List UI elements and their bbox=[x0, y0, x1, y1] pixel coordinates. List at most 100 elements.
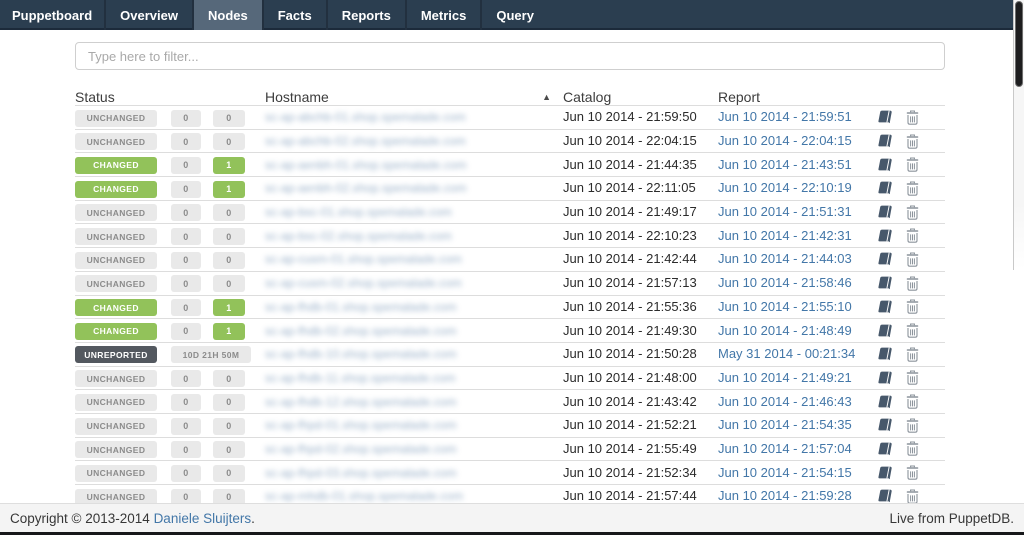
report-book-icon[interactable] bbox=[877, 110, 892, 124]
hostname-link[interactable]: sc-ap-aenbh-02.shop.spemalade.com bbox=[265, 181, 466, 195]
report-book-icon[interactable] bbox=[877, 276, 892, 290]
column-header-hostname[interactable]: Hostname ▲ bbox=[265, 89, 555, 105]
trash-icon[interactable] bbox=[906, 276, 919, 291]
report-link[interactable]: Jun 10 2014 - 21:58:46 bbox=[718, 275, 852, 290]
scrollbar-track[interactable] bbox=[1013, 0, 1024, 270]
hostname-cell: sc-ap-fhpd-02.shop.spemalade.com bbox=[265, 442, 555, 456]
report-book-icon[interactable] bbox=[877, 134, 892, 148]
author-link[interactable]: Daniele Sluijters bbox=[154, 511, 252, 526]
nav-item-overview[interactable]: Overview bbox=[104, 0, 192, 30]
hostname-link[interactable]: sc-ap-bsc-01.shop.spemalade.com bbox=[265, 205, 452, 219]
trash-icon[interactable] bbox=[906, 441, 919, 456]
failed-count-cell: 0 bbox=[171, 321, 213, 340]
hostname-link[interactable]: sc-ap-fhdb-12.shop.spemalade.com bbox=[265, 395, 456, 409]
report-link[interactable]: Jun 10 2014 - 21:43:51 bbox=[718, 157, 852, 172]
report-book-icon[interactable] bbox=[877, 181, 892, 195]
trash-icon[interactable] bbox=[906, 394, 919, 409]
report-link[interactable]: Jun 10 2014 - 21:57:04 bbox=[718, 441, 852, 456]
table-row: UNCHANGED00sc-ap-fhdb-12.shop.spemalade.… bbox=[75, 389, 945, 413]
sort-ascending-icon[interactable]: ▲ bbox=[542, 92, 551, 102]
report-link[interactable]: Jun 10 2014 - 21:54:35 bbox=[718, 417, 852, 432]
trash-icon[interactable] bbox=[906, 252, 919, 267]
hostname-link[interactable]: sc-ap-mhdb-01.shop.spemalade.com bbox=[265, 489, 463, 503]
catalog-cell: Jun 10 2014 - 21:50:28 bbox=[555, 345, 710, 363]
nav-item-reports[interactable]: Reports bbox=[326, 0, 405, 30]
report-link[interactable]: Jun 10 2014 - 21:44:03 bbox=[718, 251, 852, 266]
report-link[interactable]: Jun 10 2014 - 21:48:49 bbox=[718, 323, 852, 338]
report-link[interactable]: Jun 10 2014 - 21:46:43 bbox=[718, 394, 852, 409]
trash-icon[interactable] bbox=[906, 323, 919, 338]
hostname-link[interactable]: sc-ap-fhdb-11.shop.spemalade.com bbox=[265, 371, 456, 385]
report-book-icon[interactable] bbox=[877, 489, 892, 503]
catalog-timestamp: Jun 10 2014 - 21:48:00 bbox=[563, 370, 697, 385]
report-book-icon[interactable] bbox=[877, 229, 892, 243]
report-book-icon[interactable] bbox=[877, 324, 892, 338]
hostname-link[interactable]: sc-ap-cusm-01.shop.spemalade.com bbox=[265, 252, 462, 266]
report-link[interactable]: Jun 10 2014 - 21:42:31 bbox=[718, 228, 852, 243]
trash-icon[interactable] bbox=[906, 347, 919, 362]
report-book-icon[interactable] bbox=[877, 466, 892, 480]
report-link[interactable]: Jun 10 2014 - 21:49:21 bbox=[718, 370, 852, 385]
navbar-brand[interactable]: Puppetboard bbox=[0, 0, 104, 30]
report-book-icon[interactable] bbox=[877, 418, 892, 432]
nav-item-metrics[interactable]: Metrics bbox=[405, 0, 481, 30]
report-book-icon[interactable] bbox=[877, 158, 892, 172]
nav-item-facts[interactable]: Facts bbox=[262, 0, 326, 30]
report-link[interactable]: Jun 10 2014 - 22:10:19 bbox=[718, 180, 852, 195]
column-header-report[interactable]: Report bbox=[710, 89, 870, 105]
trash-icon[interactable] bbox=[906, 157, 919, 172]
hostname-link[interactable]: sc-ap-fhdb-02.shop.spemalade.com bbox=[265, 324, 456, 338]
hostname-link[interactable]: sc-ap-fhpd-02.shop.spemalade.com bbox=[265, 442, 456, 456]
hostname-link[interactable]: sc-ap-bsc-02.shop.spemalade.com bbox=[265, 229, 452, 243]
catalog-cell: Jun 10 2014 - 22:11:05 bbox=[555, 179, 710, 197]
report-link[interactable]: Jun 10 2014 - 22:04:15 bbox=[718, 133, 852, 148]
hostname-link[interactable]: sc-ap-aenbh-01.shop.spemalade.com bbox=[265, 158, 466, 172]
changed-count-cell: 0 bbox=[213, 108, 265, 127]
hostname-link[interactable]: sc-ap-fhdb-10.shop.spemalade.com bbox=[265, 347, 456, 361]
hostname-link[interactable]: sc-ap-abchb-01.shop.spemalade.com bbox=[265, 110, 466, 124]
hostname-link[interactable]: sc-ap-fhpd-01.shop.spemalade.com bbox=[265, 418, 456, 432]
report-link[interactable]: Jun 10 2014 - 21:59:51 bbox=[718, 109, 852, 124]
report-book-icon[interactable] bbox=[877, 300, 892, 314]
changed-count-cell: 0 bbox=[213, 416, 265, 435]
hostname-link[interactable]: sc-ap-fhpd-03.shop.spemalade.com bbox=[265, 466, 456, 480]
column-header-status[interactable]: Status bbox=[75, 89, 171, 105]
report-link[interactable]: Jun 10 2014 - 21:55:10 bbox=[718, 299, 852, 314]
catalog-cell: Jun 10 2014 - 21:43:42 bbox=[555, 393, 710, 411]
report-link[interactable]: May 31 2014 - 00:21:34 bbox=[718, 346, 855, 361]
trash-icon[interactable] bbox=[906, 228, 919, 243]
report-link[interactable]: Jun 10 2014 - 21:51:31 bbox=[718, 204, 852, 219]
trash-icon[interactable] bbox=[906, 489, 919, 504]
nav-item-query[interactable]: Query bbox=[480, 0, 548, 30]
scrollbar-thumb[interactable] bbox=[1015, 1, 1023, 87]
hostname-link[interactable]: sc-ap-fhdb-01.shop.spemalade.com bbox=[265, 300, 456, 314]
report-link[interactable]: Jun 10 2014 - 21:59:28 bbox=[718, 488, 852, 503]
trash-icon[interactable] bbox=[906, 134, 919, 149]
report-book-icon[interactable] bbox=[877, 371, 892, 385]
report-book-icon[interactable] bbox=[877, 205, 892, 219]
failed-count-badge: 0 bbox=[171, 252, 201, 269]
column-header-catalog[interactable]: Catalog bbox=[555, 89, 710, 105]
report-book-icon[interactable] bbox=[877, 442, 892, 456]
trash-icon[interactable] bbox=[906, 465, 919, 480]
hostname-link[interactable]: sc-ap-cusm-02.shop.spemalade.com bbox=[265, 276, 462, 290]
trash-icon[interactable] bbox=[906, 181, 919, 196]
report-book-icon[interactable] bbox=[877, 347, 892, 361]
trash-icon[interactable] bbox=[906, 418, 919, 433]
hostname-link[interactable]: sc-ap-abchb-02.shop.spemalade.com bbox=[265, 134, 466, 148]
changed-count-cell: 0 bbox=[213, 440, 265, 459]
trash-icon[interactable] bbox=[906, 205, 919, 220]
trash-icon[interactable] bbox=[906, 110, 919, 125]
report-book-icon[interactable] bbox=[877, 395, 892, 409]
trash-icon[interactable] bbox=[906, 370, 919, 385]
nav-item-nodes[interactable]: Nodes bbox=[192, 0, 262, 30]
filter-input[interactable] bbox=[75, 42, 945, 70]
actions-cell bbox=[870, 465, 945, 480]
footer: Copyright © 2013-2014 Daniele Sluijters.… bbox=[0, 503, 1024, 535]
report-link[interactable]: Jun 10 2014 - 21:54:15 bbox=[718, 465, 852, 480]
changed-count-cell: 0 bbox=[213, 132, 265, 151]
status-badge: UNCHANGED bbox=[75, 418, 157, 435]
trash-icon[interactable] bbox=[906, 299, 919, 314]
report-book-icon[interactable] bbox=[877, 252, 892, 266]
status-badge: UNCHANGED bbox=[75, 204, 157, 221]
